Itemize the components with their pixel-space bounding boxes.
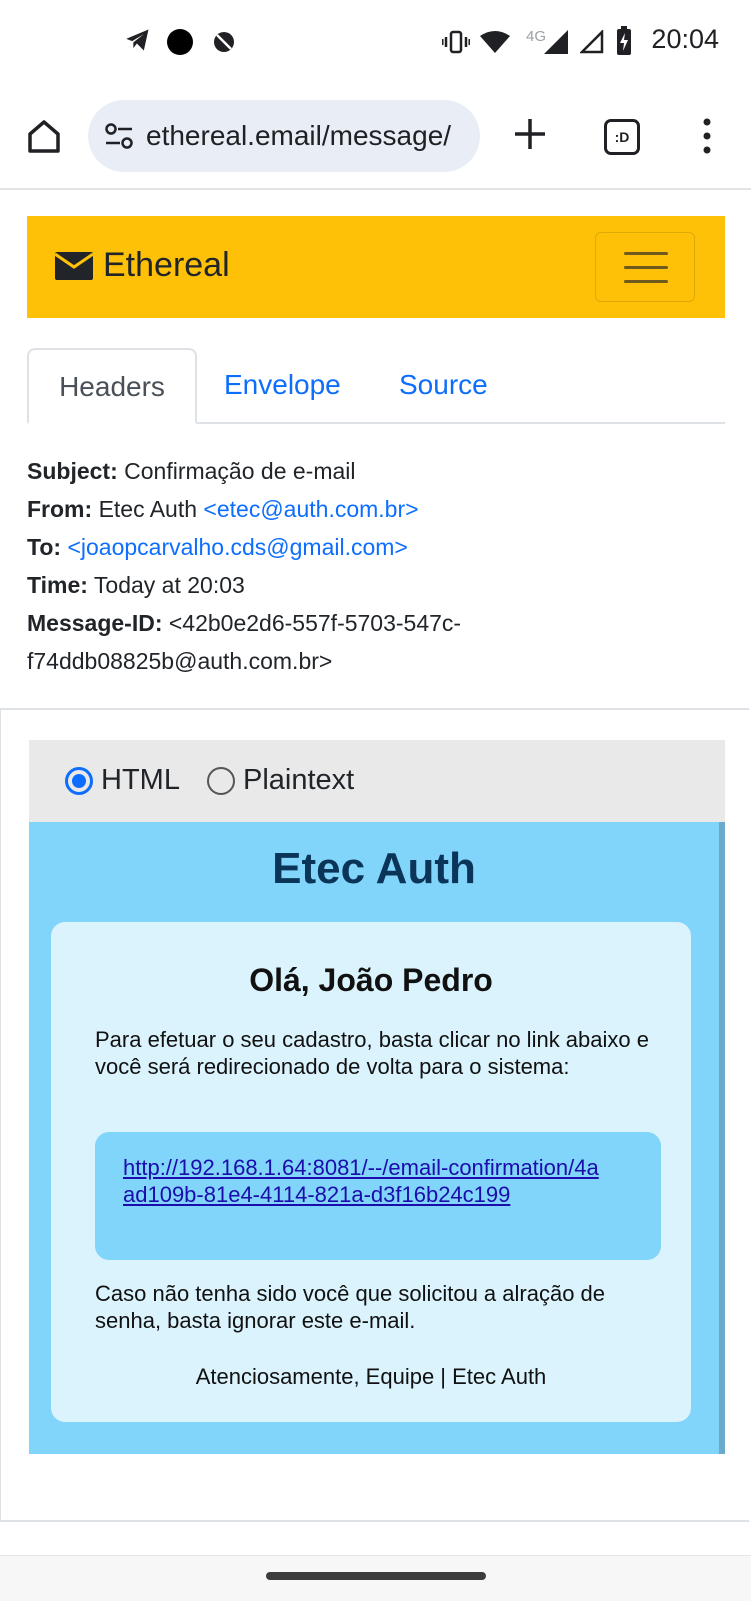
- wifi-icon: [480, 31, 510, 53]
- url-text[interactable]: ethereal.email/message/: [146, 120, 466, 152]
- envelope-icon: [55, 251, 93, 280]
- signal-empty-icon: [580, 30, 604, 54]
- radio-selected-icon[interactable]: [65, 766, 93, 795]
- address-bar[interactable]: ethereal.email/message/: [88, 100, 480, 172]
- tab-source[interactable]: Source: [399, 348, 488, 422]
- home-icon[interactable]: [24, 116, 64, 156]
- tab-envelope[interactable]: Envelope: [224, 348, 341, 422]
- from-address-link[interactable]: <etec@auth.com.br>: [203, 496, 418, 522]
- dot-icon: [167, 29, 193, 55]
- message-body-card: HTML Plaintext Etec Auth Olá, João Pedro…: [0, 708, 749, 1522]
- to-row: To: <joaopcarvalho.cds@gmail.com>: [27, 528, 727, 566]
- format-option-html[interactable]: HTML: [65, 764, 180, 797]
- telegram-icon: [126, 29, 149, 51]
- gesture-handle[interactable]: [266, 1572, 486, 1580]
- vibrate-icon: [442, 30, 470, 54]
- message-id-label: Message-ID:: [27, 610, 163, 636]
- from-label: From:: [27, 496, 93, 522]
- signal-icon: [544, 30, 568, 54]
- message-id-value-line1: <42b0e2d6-557f-5703-547c-: [168, 610, 462, 636]
- confirmation-link[interactable]: http://192.168.1.64:8081/--/email-confir…: [123, 1154, 603, 1208]
- email-html-preview: Etec Auth Olá, João Pedro Para efetuar o…: [29, 822, 725, 1454]
- brand-name: Ethereal: [103, 246, 230, 284]
- time-label: Time:: [27, 572, 88, 598]
- message-id-row-continued: f74ddb08825b@auth.com.br>: [27, 642, 727, 680]
- email-ignore-note: Caso não tenha sido você que solicitou a…: [95, 1281, 606, 1333]
- blocked-notification-icon: [214, 32, 234, 52]
- clock-time: 20:04: [651, 24, 719, 54]
- to-label: To:: [27, 534, 62, 560]
- system-navigation-bar: [0, 1555, 751, 1601]
- battery-charging-icon: [617, 26, 631, 55]
- format-selector: HTML Plaintext: [29, 740, 725, 822]
- email-greeting: Olá, João Pedro: [249, 962, 493, 998]
- site-navbar: Ethereal: [27, 216, 725, 318]
- browser-toolbar: ethereal.email/message/ :D: [0, 86, 751, 190]
- email-intro-text: Para efetuar o seu cadastro, basta clica…: [95, 1027, 649, 1079]
- from-row: From: Etec Auth <etec@auth.com.br>: [27, 490, 727, 528]
- site-brand[interactable]: Ethereal: [55, 246, 230, 285]
- subject-value: Confirmação de e-mail: [124, 458, 356, 484]
- format-option-label: HTML: [101, 764, 180, 796]
- email-brand-title: Etec Auth: [272, 844, 476, 893]
- from-name: Etec Auth: [98, 496, 198, 522]
- navbar-toggle-button[interactable]: [595, 232, 695, 302]
- time-row: Time: Today at 20:03: [27, 566, 727, 604]
- more-options-icon[interactable]: [698, 116, 716, 156]
- radio-unselected-icon[interactable]: [207, 766, 235, 795]
- time-value: Today at 20:03: [93, 572, 245, 598]
- message-id-value-line2: f74ddb08825b@auth.com.br>: [27, 648, 333, 674]
- tab-switcher-button[interactable]: :D: [604, 119, 640, 155]
- email-content-box: Olá, João Pedro Para efetuar o seu cadas…: [51, 922, 691, 1422]
- network-type-label: 4G: [526, 28, 547, 45]
- confirmation-link-box: http://192.168.1.64:8081/--/email-confir…: [95, 1132, 661, 1260]
- email-signoff: Atenciosamente, Equipe | Etec Auth: [195, 1364, 547, 1389]
- site-settings-icon[interactable]: [104, 122, 134, 150]
- subject-label: Subject:: [27, 458, 118, 484]
- tab-headers[interactable]: Headers: [27, 348, 197, 424]
- status-bar: 4G 20:04: [0, 0, 751, 86]
- format-option-label: Plaintext: [243, 764, 355, 796]
- message-id-row: Message-ID: <42b0e2d6-557f-5703-547c-: [27, 604, 727, 642]
- new-tab-icon[interactable]: [510, 114, 550, 154]
- message-tabs: Headers Envelope Source: [27, 348, 725, 424]
- to-address-link[interactable]: <joaopcarvalho.cds@gmail.com>: [67, 534, 407, 560]
- message-headers: Subject: Confirmação de e-mail From: Ete…: [27, 452, 727, 680]
- format-option-plaintext[interactable]: Plaintext: [207, 764, 354, 797]
- subject-row: Subject: Confirmação de e-mail: [27, 452, 727, 490]
